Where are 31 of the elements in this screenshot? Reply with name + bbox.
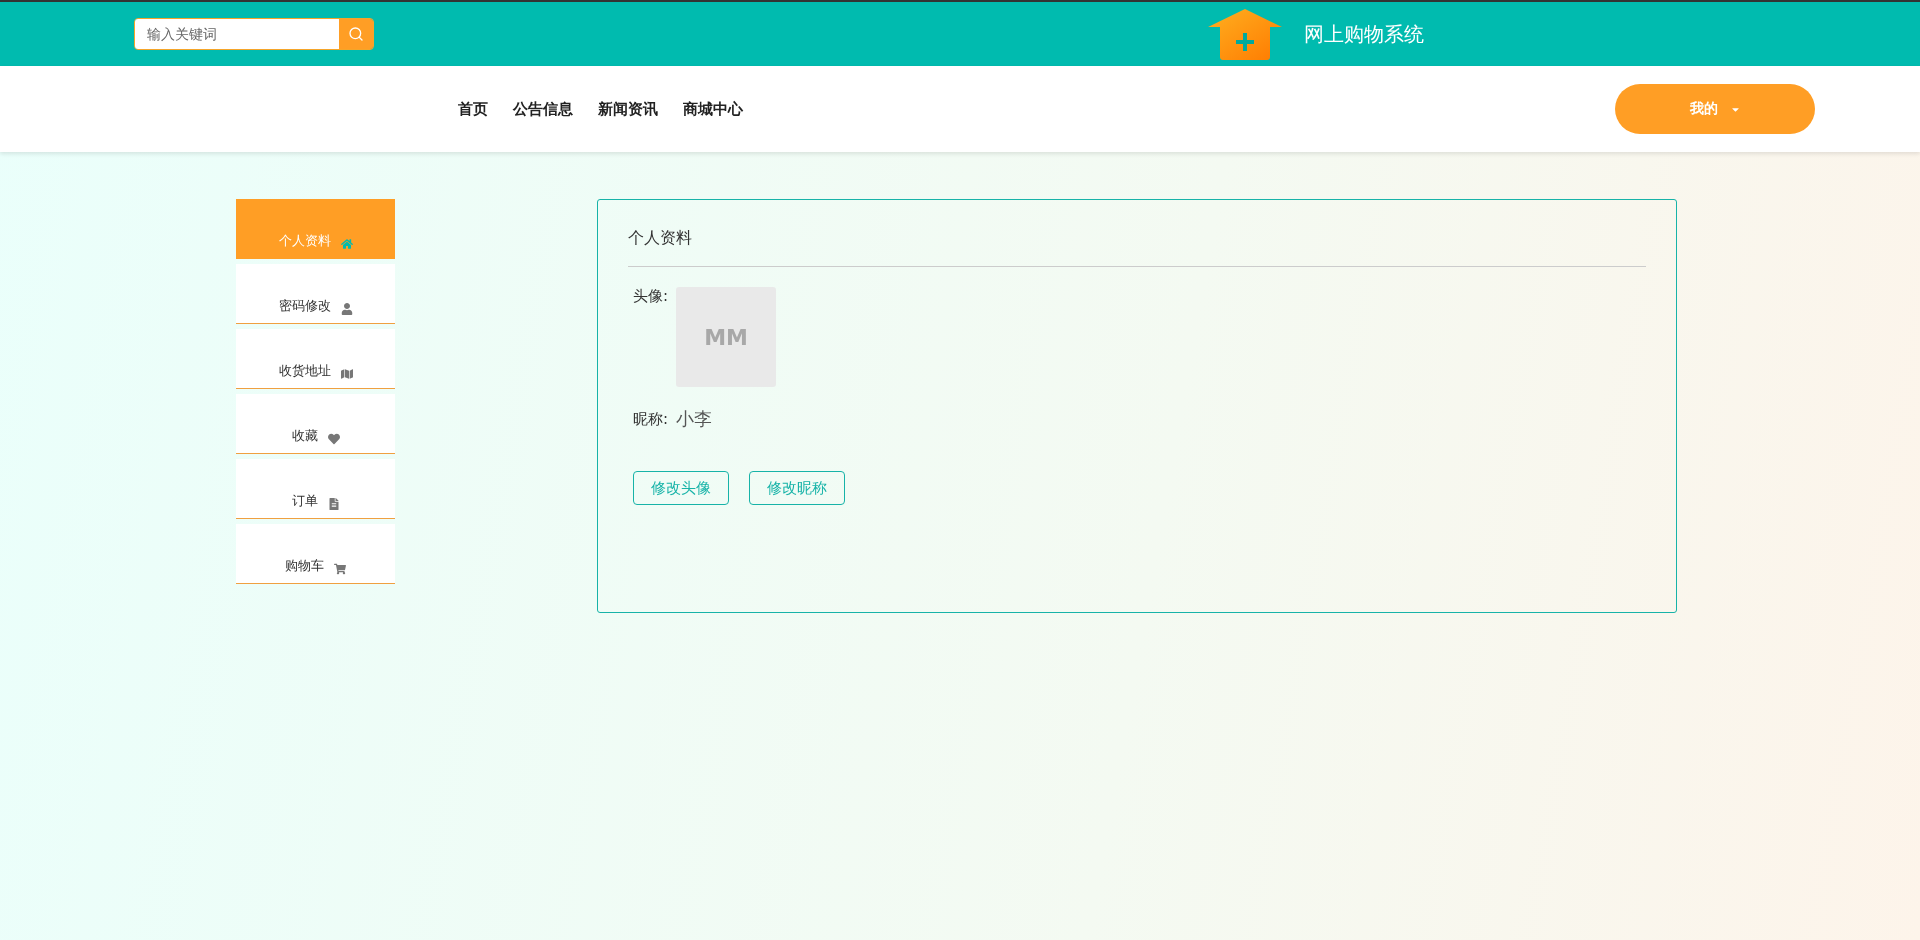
search-button[interactable] [339, 19, 373, 49]
nickname-label: 昵称: [633, 409, 669, 429]
sidebar-item-label: 收货地址 [278, 362, 331, 380]
heart-icon [327, 433, 340, 445]
cart-icon [334, 563, 346, 575]
site-title: 网上购物系统 [1304, 20, 1424, 48]
sidebar-item-label: 个人资料 [278, 232, 331, 250]
map-icon [340, 368, 353, 380]
sidebar-item-label: 收藏 [291, 427, 318, 445]
sidebar-item-label: 密码修改 [278, 297, 331, 315]
search-field[interactable]: 输入关键词 [134, 18, 374, 50]
sidebar-item[interactable]: 购物车 [236, 524, 395, 584]
sidebar-item[interactable]: 收藏 [236, 394, 395, 454]
nav-link[interactable]: 公告信息 [513, 99, 573, 119]
sidebar-item-label: 购物车 [285, 557, 324, 575]
avatar-initials: MM [704, 324, 748, 350]
search-icon [348, 26, 364, 42]
sidebar-item-label: 订单 [291, 492, 318, 510]
card-title: 个人资料 [628, 228, 1646, 267]
sidebar-item[interactable]: 密码修改 [236, 264, 395, 324]
house-plus-logo-icon [1206, 7, 1284, 61]
nav-link[interactable]: 新闻资讯 [598, 99, 658, 119]
avatar-label: 头像: [633, 287, 669, 307]
sidebar-item[interactable]: 收货地址 [236, 329, 395, 389]
file-icon [327, 498, 340, 510]
nav-link[interactable]: 首页 [458, 99, 488, 119]
sidebar-item[interactable]: 订单 [236, 459, 395, 519]
home-icon [340, 238, 353, 250]
nickname-value: 小李 [676, 407, 713, 431]
nav-link[interactable]: 商城中心 [683, 99, 743, 119]
user-icon [340, 303, 353, 315]
